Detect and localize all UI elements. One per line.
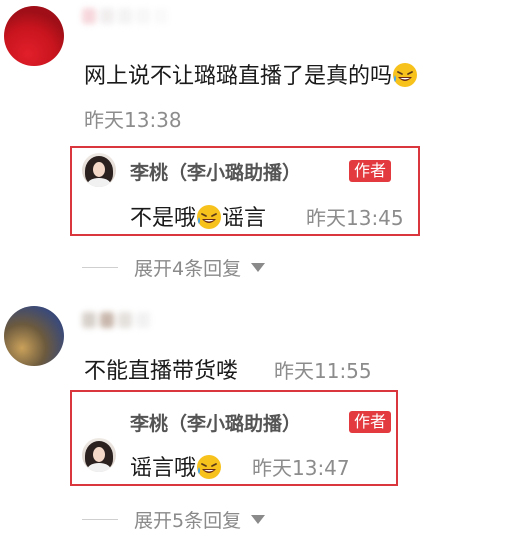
comment-text: 不能直播带货喽 — [84, 359, 239, 384]
expand-replies-button[interactable]: 展开4条回复 — [82, 254, 266, 281]
reply-text-after: 谣言 — [222, 206, 267, 231]
commenter-name-blurred[interactable] — [82, 8, 168, 24]
caret-down-icon — [251, 515, 266, 524]
reply-author-avatar[interactable] — [82, 438, 116, 472]
rolling-on-floor-laughing-icon — [197, 455, 222, 479]
reply-text-before: 不是哦 — [130, 206, 197, 231]
expand-replies-label: 展开4条回复 — [134, 258, 242, 280]
commenter-avatar[interactable] — [4, 306, 64, 366]
reply-timestamp: 昨天13:47 — [252, 456, 350, 480]
reply-text: 不是哦 谣言 — [130, 200, 266, 232]
comment-text-content: 网上说不让璐璐直播了是真的吗 — [84, 64, 393, 89]
reply-author-name[interactable]: 李桃（李小璐助播） — [130, 409, 301, 436]
expand-replies-label: 展开5条回复 — [134, 510, 242, 532]
comment-timestamp: 昨天13:38 — [84, 108, 182, 132]
comment-text: 网上说不让璐璐直播了是真的吗 — [84, 58, 418, 90]
reply-author-avatar[interactable] — [82, 153, 116, 187]
reply-author-name[interactable]: 李桃（李小璐助播） — [130, 158, 301, 185]
rolling-on-floor-laughing-icon — [197, 205, 222, 229]
divider-line — [82, 267, 118, 268]
reply-timestamp: 昨天13:45 — [306, 206, 404, 230]
divider-line — [82, 519, 118, 520]
author-badge: 作者 — [349, 411, 392, 433]
reply-text-before: 谣言哦 — [130, 456, 197, 481]
comment-timestamp: 昨天11:55 — [274, 359, 372, 383]
author-badge: 作者 — [349, 160, 392, 182]
rolling-on-floor-laughing-icon — [393, 63, 418, 87]
expand-replies-button[interactable]: 展开5条回复 — [82, 506, 266, 533]
caret-down-icon — [251, 263, 266, 272]
commenter-name-blurred[interactable] — [82, 312, 150, 328]
commenter-avatar[interactable] — [4, 6, 64, 66]
reply-text: 谣言哦 — [130, 450, 222, 482]
